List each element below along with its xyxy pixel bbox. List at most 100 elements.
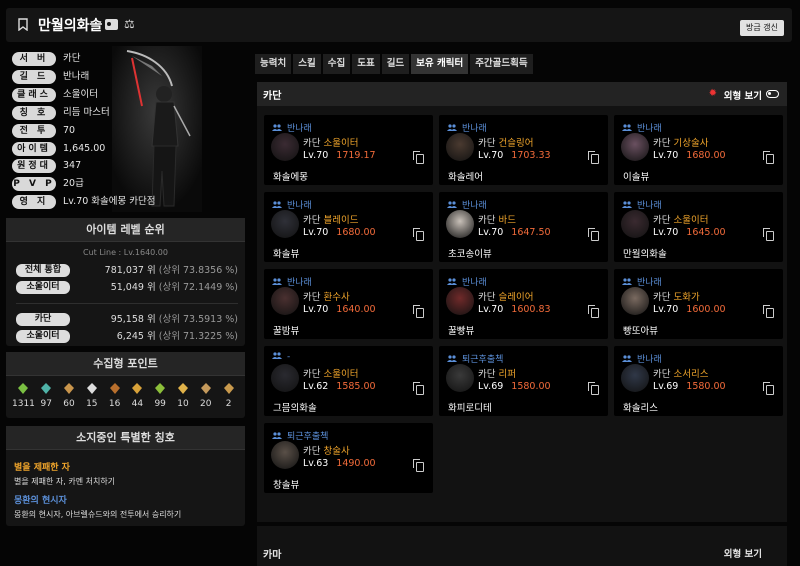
character-card[interactable]: 퇴근후출첵 카단 리퍼 Lv.69 1580.00 화피로디테 bbox=[439, 346, 608, 416]
copy-icon[interactable] bbox=[413, 151, 424, 164]
character-name: 만월의화솔 bbox=[623, 249, 667, 260]
island-heart-icon bbox=[41, 383, 52, 394]
character-guild-name: 반나래 bbox=[637, 124, 662, 134]
copy-icon[interactable] bbox=[588, 228, 599, 241]
stat-key: 클래스 bbox=[12, 87, 56, 102]
character-card[interactable]: 반나래 카단 도화가 Lv.70 1600.00 빵또아뷰 bbox=[614, 269, 783, 339]
character-card[interactable]: 반나래 카단 건슬링어 Lv.70 1703.33 화솔레어 bbox=[439, 115, 608, 185]
copy-icon[interactable] bbox=[413, 305, 424, 318]
copy-icon[interactable] bbox=[763, 228, 774, 241]
tab-5[interactable]: 보유 캐릭터 bbox=[411, 54, 469, 74]
stat-key: P V P bbox=[12, 177, 56, 192]
tab-0[interactable]: 능력치 bbox=[255, 54, 292, 74]
character-name: 화솔뷰 bbox=[273, 249, 300, 260]
tab-3[interactable]: 도표 bbox=[352, 54, 380, 74]
appearance-view-label: 외형 보기 bbox=[723, 91, 762, 102]
character-guild-name: 반나래 bbox=[287, 124, 312, 134]
copy-icon[interactable] bbox=[413, 459, 424, 472]
copy-icon[interactable] bbox=[763, 305, 774, 318]
collect-point[interactable]: 60 bbox=[58, 382, 81, 409]
character-class: 소울이터 bbox=[323, 138, 359, 149]
collect-point[interactable]: 15 bbox=[80, 382, 103, 409]
stat-value: 347 bbox=[63, 160, 82, 172]
appearance-toggle[interactable] bbox=[766, 90, 779, 98]
mokoko-seed-icon bbox=[18, 383, 29, 394]
character-card[interactable]: 반나래 카단 소서리스 Lv.69 1580.00 화솔리스 bbox=[614, 346, 783, 416]
character-level: Lv.63 bbox=[303, 458, 329, 469]
character-card[interactable]: 반나래 카단 소울이터 Lv.70 1645.00 만월의화솔 bbox=[614, 192, 783, 262]
collect-title: 수집형 포인트 bbox=[6, 352, 245, 376]
character-level: Lv.70 bbox=[478, 227, 504, 238]
character-name: 화솔레어 bbox=[448, 172, 483, 183]
character-card[interactable]: 퇴근후출첵 카단 창술사 Lv.63 1490.00 창솔뷰 bbox=[264, 423, 433, 493]
character-item-level: 1585.00 bbox=[336, 381, 376, 392]
copy-icon[interactable] bbox=[588, 305, 599, 318]
tab-6[interactable]: 주간골드획득 bbox=[470, 54, 533, 74]
character-class: 바드 bbox=[498, 215, 516, 226]
collect-point[interactable]: 10 bbox=[172, 382, 195, 409]
stat-value: 반나래 bbox=[63, 70, 90, 82]
character-level-line: Lv.70 1600.83 bbox=[478, 304, 551, 315]
character-class-line: 카단 소울이터 bbox=[303, 366, 358, 380]
character-level-line: Lv.70 1645.00 bbox=[653, 227, 726, 238]
stat-key: 전 투 bbox=[12, 123, 56, 138]
id-card-icon[interactable] bbox=[105, 19, 118, 30]
character-guild-name: 퇴근후출첵 bbox=[287, 432, 329, 442]
character-card[interactable]: 반나래 카단 소울이터 Lv.70 1719.17 화솔에몽 bbox=[264, 115, 433, 185]
bookmark-icon[interactable] bbox=[18, 18, 28, 31]
copy-icon[interactable] bbox=[763, 151, 774, 164]
rank-row: 전체 통합 781,037 위 (상위 73.8356 %) bbox=[16, 264, 238, 277]
renew-button[interactable]: 방금 갱신 bbox=[740, 20, 784, 36]
rank-percent: (상위 71.3225 %) bbox=[158, 331, 238, 342]
collect-point[interactable]: 2 bbox=[217, 382, 240, 409]
guild-members-icon bbox=[447, 201, 457, 208]
collect-point[interactable]: 16 bbox=[103, 382, 126, 409]
character-card[interactable]: 반나래 카단 환수사 Lv.70 1640.00 꿀밤뷰 bbox=[264, 269, 433, 339]
character-card[interactable]: 반나래 카단 바드 Lv.70 1647.50 초코송이뷰 bbox=[439, 192, 608, 262]
character-guild: 반나래 bbox=[622, 352, 662, 365]
character-class: 소울이터 bbox=[673, 215, 709, 226]
left-column: 서 버 카단 길 드 반나래 클래스 소울이터 칭 호 리듬 마스터 전 투 70 아이템 1,645… bbox=[6, 46, 245, 526]
rank-number: 781,037 위 bbox=[104, 265, 156, 276]
collect-point[interactable]: 99 bbox=[149, 382, 172, 409]
character-level-line: Lv.70 1680.00 bbox=[653, 150, 726, 161]
collect-point[interactable]: 97 bbox=[35, 382, 58, 409]
collect-point[interactable]: 44 bbox=[126, 382, 149, 409]
character-guild: 반나래 bbox=[272, 275, 312, 288]
collect-points: 1311 97 60 15 16 44 99 10 20 2 bbox=[12, 382, 240, 409]
collect-point-value: 2 bbox=[225, 399, 232, 409]
character-card[interactable]: 반나래 카단 블레이드 Lv.70 1680.00 화솔뷰 bbox=[264, 192, 433, 262]
character-class: 소울이터 bbox=[323, 369, 359, 380]
copy-icon[interactable] bbox=[763, 382, 774, 395]
rank-number: 6,245 위 bbox=[116, 331, 156, 342]
world-tree-leaf-icon bbox=[155, 383, 166, 394]
copy-icon[interactable] bbox=[588, 151, 599, 164]
character-class-line: 카단 건슬링어 bbox=[478, 135, 533, 149]
rank-row: 소울이터 51,049 위 (상위 72.1449 %) bbox=[16, 281, 238, 294]
special-title-desc: 별을 제패한 자, 카멘 처치하기 bbox=[14, 477, 116, 486]
scale-icon[interactable]: ⚖ bbox=[124, 17, 135, 31]
copy-icon[interactable] bbox=[413, 228, 424, 241]
character-name: 화피로디테 bbox=[448, 403, 492, 414]
character-guild: 반나래 bbox=[622, 275, 662, 288]
collect-point[interactable]: 20 bbox=[194, 382, 217, 409]
character-card[interactable]: 반나래 카단 기상술사 Lv.70 1680.00 이솔뷰 bbox=[614, 115, 783, 185]
stat-value: Lv.70 화솔에몽 카단점 bbox=[63, 196, 156, 208]
guild-members-icon bbox=[622, 278, 632, 285]
character-level-line: Lv.70 1600.00 bbox=[653, 304, 726, 315]
copy-icon[interactable] bbox=[588, 382, 599, 395]
character-class: 블레이드 bbox=[323, 215, 359, 226]
character-level: Lv.62 bbox=[303, 381, 329, 392]
tab-4[interactable]: 길드 bbox=[381, 54, 410, 74]
collect-point[interactable]: 1311 bbox=[12, 382, 35, 409]
character-class-line: 카단 도화가 bbox=[653, 289, 700, 303]
character-card[interactable]: - 카단 소울이터 Lv.62 1585.00 그믐의화솔 bbox=[264, 346, 433, 416]
tab-2[interactable]: 수집 bbox=[322, 54, 351, 74]
guild-members-icon bbox=[622, 355, 632, 362]
stat-value: 카단 bbox=[63, 53, 81, 64]
character-card[interactable]: 반나래 카단 슬레이어 Lv.70 1600.83 꿀빵뷰 bbox=[439, 269, 608, 339]
copy-icon[interactable] bbox=[413, 382, 424, 395]
tab-1[interactable]: 스킬 bbox=[293, 54, 321, 74]
character-level-line: Lv.63 1490.00 bbox=[303, 458, 376, 469]
rank-percent: (상위 73.8356 %) bbox=[158, 265, 238, 276]
